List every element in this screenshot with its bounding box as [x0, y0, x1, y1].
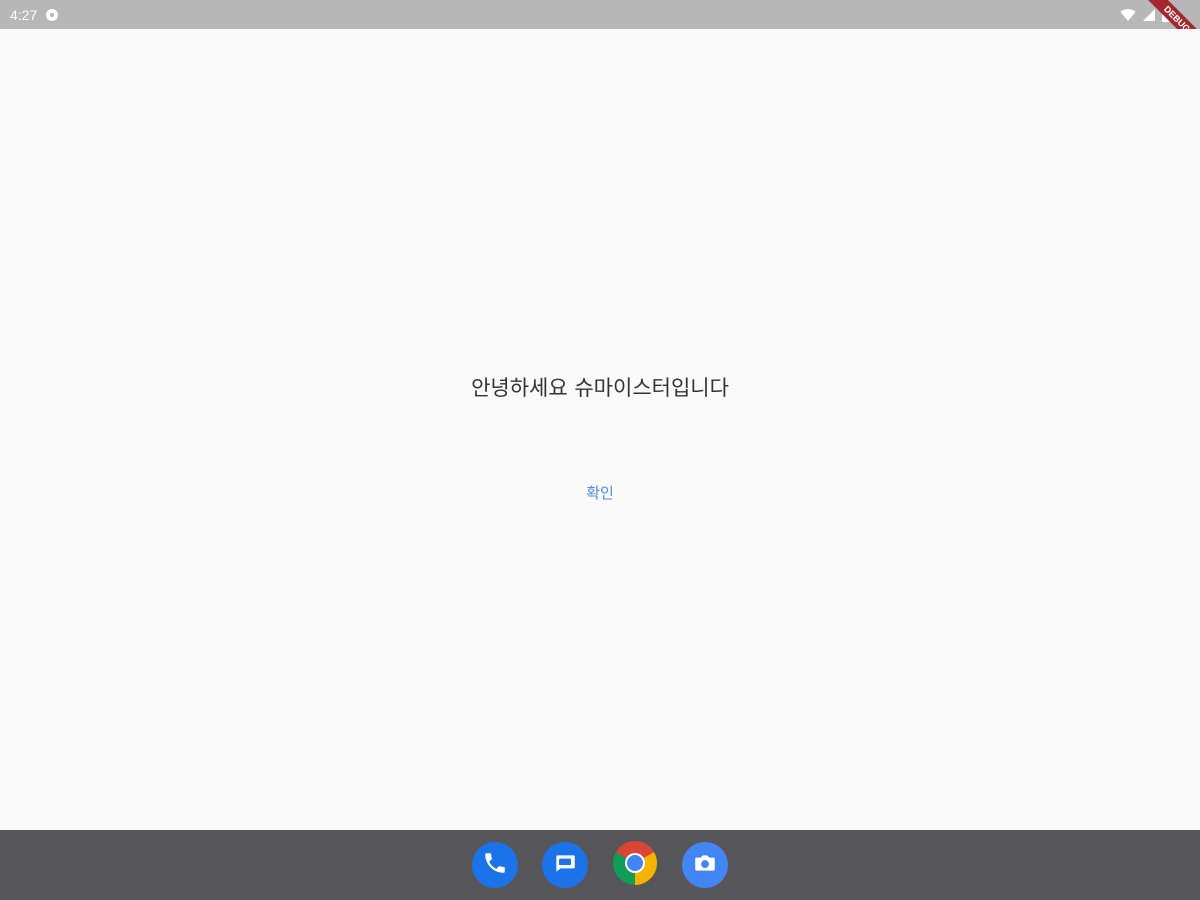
confirm-button[interactable]: 확인	[567, 472, 633, 512]
camera-icon	[692, 850, 718, 880]
messages-app-button[interactable]	[542, 842, 588, 888]
wifi-icon	[1120, 8, 1136, 22]
app-screen: 4:27 DEBUG 안녕하세요 슈마이스터입니다 확인	[0, 0, 1200, 900]
chrome-icon	[611, 839, 659, 891]
phone-app-button[interactable]	[472, 842, 518, 888]
status-time: 4:27	[10, 6, 38, 23]
app-dock	[0, 830, 1200, 900]
greeting-text: 안녕하세요 슈마이스터입니다	[471, 376, 729, 400]
phone-icon	[482, 850, 508, 880]
messages-icon	[552, 850, 578, 880]
chat-notification-icon	[45, 8, 59, 22]
main-content: 안녕하세요 슈마이스터입니다 확인	[0, 29, 1200, 830]
status-left: 4:27	[10, 7, 59, 23]
camera-app-button[interactable]	[682, 842, 728, 888]
chrome-app-button[interactable]	[611, 839, 659, 891]
status-right	[1120, 7, 1170, 22]
battery-icon	[1162, 7, 1170, 22]
signal-icon	[1142, 8, 1156, 22]
status-bar: 4:27	[0, 0, 1200, 29]
